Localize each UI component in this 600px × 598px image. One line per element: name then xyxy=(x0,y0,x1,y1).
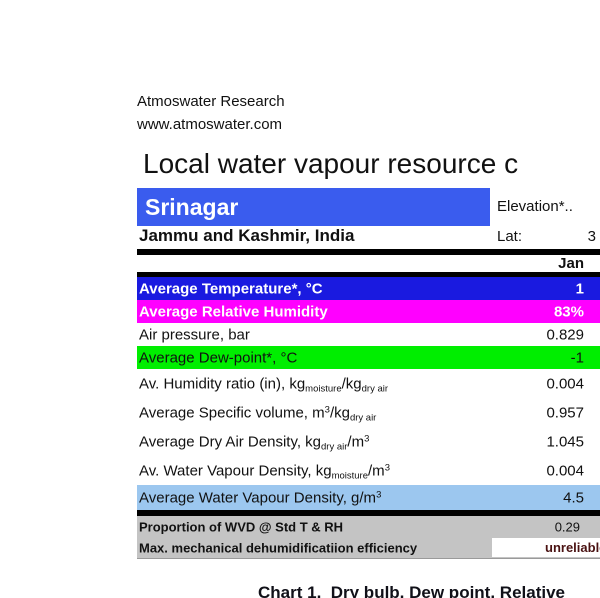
row-value: 1.045 xyxy=(546,433,584,450)
row-label: Average Water Vapour Density, g/m3 xyxy=(139,489,382,506)
table-row-temperature: Average Temperature*, °C 1 xyxy=(137,277,600,300)
region-name: Jammu and Kashmir, India xyxy=(139,226,355,245)
row-value: -1 xyxy=(570,349,584,366)
table-row-water-vapour-density-kg: Av. Water Vapour Density, kgmoisture/m3 … xyxy=(137,456,600,485)
row-value: 0.004 xyxy=(546,375,584,392)
row-value: 83% xyxy=(553,303,584,320)
table-row-specific-volume: Average Specific volume, m3/kgdry air 0.… xyxy=(137,398,600,427)
city-banner: Srinagar xyxy=(137,188,490,226)
chart-caption: Chart 1. Dry bulb, Dew point, Relative xyxy=(258,583,565,598)
org-name: Atmoswater Research xyxy=(137,93,285,110)
efficiency-value-cell: unreliable xyxy=(492,538,600,557)
summary-row-proportion: Proportion of WVD @ Std T & RH 0.29 xyxy=(137,516,600,537)
brand-block: Atmoswater Research www.atmoswater.com xyxy=(137,90,285,136)
latitude-value: 3 xyxy=(587,228,596,245)
row-label: Av. Humidity ratio (in), kgmoisture/kgdr… xyxy=(139,375,389,394)
page-title: Local water vapour resource c xyxy=(143,148,519,179)
row-value: 0.829 xyxy=(546,326,584,343)
row-value: 0.004 xyxy=(546,462,584,479)
summary-block: Proportion of WVD @ Std T & RH 0.29 Max.… xyxy=(137,516,600,559)
summary-value: 0.29 xyxy=(554,519,580,534)
table-row-air-pressure: Air pressure, bar 0.829 xyxy=(137,323,600,346)
table-row-water-vapour-density-g: Average Water Vapour Density, g/m3 4.5 xyxy=(137,485,600,510)
summary-label: Proportion of WVD @ Std T & RH xyxy=(139,519,344,534)
month-header-row: Jan xyxy=(137,255,600,272)
table-row-dew-point: Average Dew-point*, °C -1 xyxy=(137,346,600,369)
row-label: Average Specific volume, m3/kgdry air xyxy=(139,404,377,423)
region-row: Jammu and Kashmir, India Lat: 3 xyxy=(137,226,600,248)
row-label: Air pressure, bar xyxy=(139,326,250,343)
summary-label: Max. mechanical dehumidificatiion effici… xyxy=(139,540,418,555)
elevation-label: Elevation*.. xyxy=(497,198,573,215)
row-label: Average Temperature*, °C xyxy=(139,280,323,297)
table-row-dry-air-density: Average Dry Air Density, kgdry air/m3 1.… xyxy=(137,427,600,456)
row-label: Average Dry Air Density, kgdry air/m3 xyxy=(139,433,370,452)
row-value: 1 xyxy=(575,280,584,297)
efficiency-value: unreliable xyxy=(545,540,600,555)
table-row-relative-humidity: Average Relative Humidity 83% xyxy=(137,300,600,323)
latitude-label: Lat: xyxy=(497,228,523,245)
table-row-humidity-ratio: Av. Humidity ratio (in), kgmoisture/kgdr… xyxy=(137,369,600,398)
summary-row-efficiency: Max. mechanical dehumidificatiion effici… xyxy=(137,537,600,558)
org-url: www.atmoswater.com xyxy=(137,116,283,133)
data-table: Average Temperature*, °C 1 Average Relat… xyxy=(137,277,600,510)
row-label: Av. Water Vapour Density, kgmoisture/m3 xyxy=(139,462,390,481)
city-name: Srinagar xyxy=(145,194,239,220)
month-column-header: Jan xyxy=(558,255,584,272)
row-value: 0.957 xyxy=(546,404,584,421)
page: Atmoswater Research www.atmoswater.com L… xyxy=(0,0,600,598)
row-label: Average Dew-point*, °C xyxy=(139,349,298,366)
row-value: 4.5 xyxy=(563,489,584,506)
row-label: Average Relative Humidity xyxy=(139,303,328,320)
